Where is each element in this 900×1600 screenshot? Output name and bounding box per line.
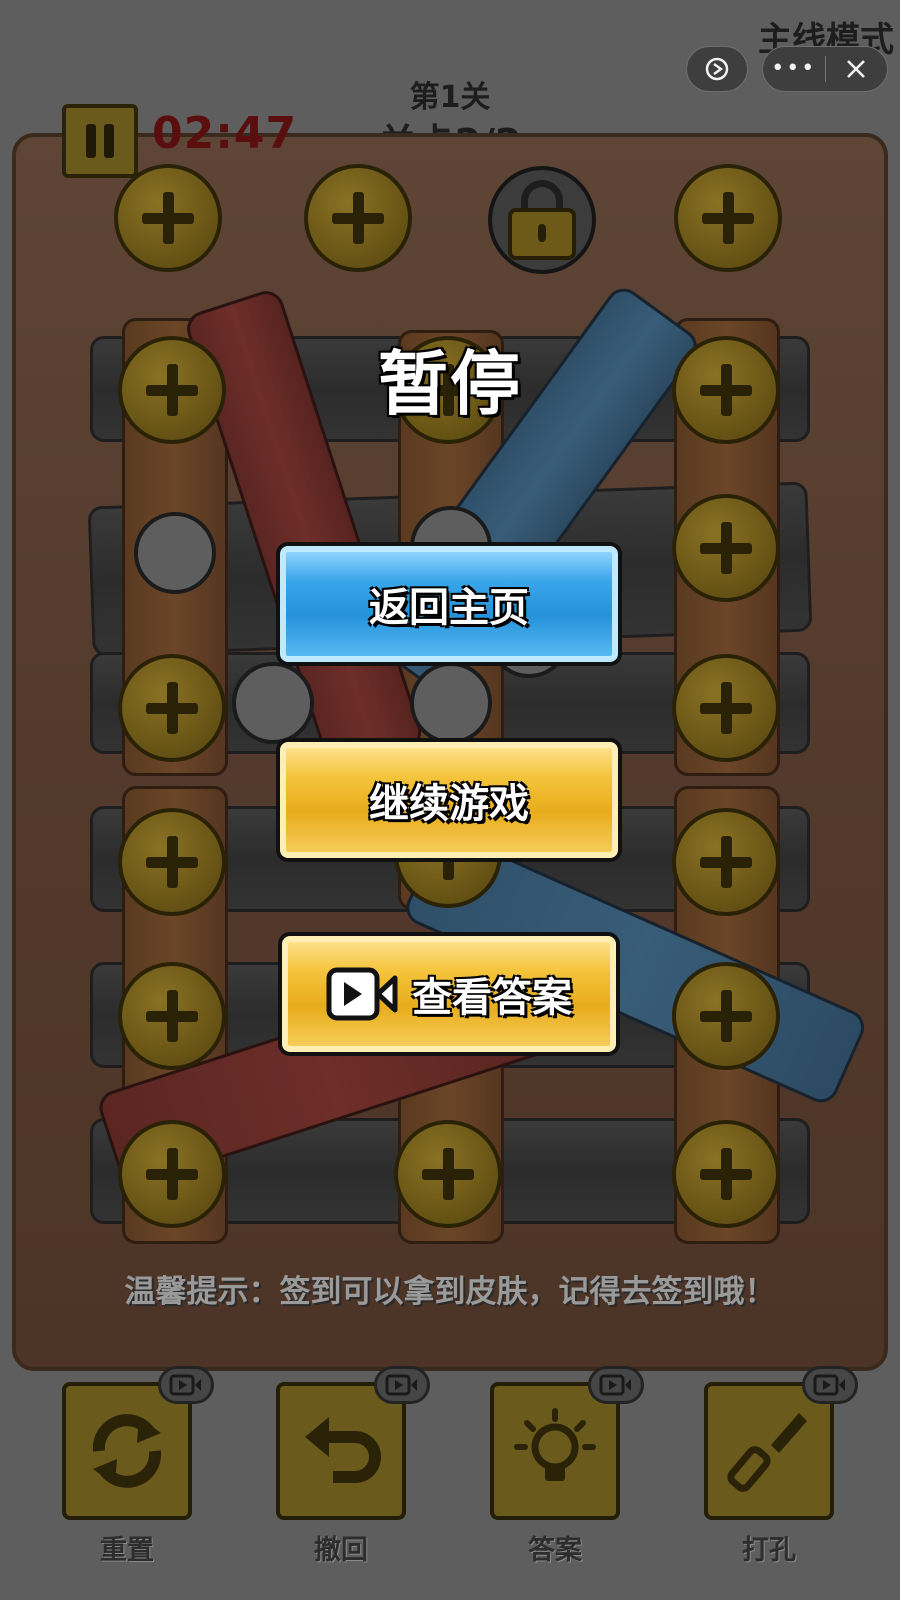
- hint-tip: 温馨提示：签到可以拿到皮肤，记得去签到哦！: [124, 1274, 776, 1310]
- video-ad-badge: [802, 1366, 858, 1404]
- screw[interactable]: [672, 808, 780, 916]
- screw[interactable]: [118, 808, 226, 916]
- screw[interactable]: [114, 164, 222, 272]
- video-icon: [599, 1374, 631, 1396]
- empty-hole[interactable]: [232, 662, 314, 744]
- empty-hole[interactable]: [410, 662, 492, 744]
- screw[interactable]: [672, 654, 780, 762]
- tool-label: 重置: [100, 1535, 154, 1566]
- video-ad-badge: [374, 1366, 430, 1404]
- video-icon: [385, 1374, 417, 1396]
- screw[interactable]: [672, 962, 780, 1070]
- pause-button[interactable]: [62, 104, 138, 178]
- screw[interactable]: [672, 494, 780, 602]
- pause-title: 暂停: [378, 343, 522, 425]
- tool-label: 答案: [528, 1535, 582, 1566]
- screw[interactable]: [304, 164, 412, 272]
- screw[interactable]: [394, 1120, 502, 1228]
- screw[interactable]: [118, 654, 226, 762]
- tool-label: 撤回: [314, 1535, 368, 1566]
- view-answer-label: 查看答案: [412, 975, 572, 1021]
- screw[interactable]: [672, 1120, 780, 1228]
- video-ad-badge: [588, 1366, 644, 1404]
- continue-game-button[interactable]: 继续游戏: [276, 738, 622, 862]
- lightbulb-icon: [514, 1408, 596, 1481]
- screw[interactable]: [674, 164, 782, 272]
- video-camera-icon: [326, 966, 398, 1022]
- screw[interactable]: [118, 962, 226, 1070]
- countdown-timer: 02:47: [152, 108, 298, 159]
- view-answer-button[interactable]: 查看答案: [278, 932, 620, 1056]
- empty-hole[interactable]: [134, 512, 216, 594]
- reset-arrows-icon: [92, 1414, 162, 1488]
- continue-game-label: 继续游戏: [369, 781, 529, 827]
- keyhole-icon: [538, 224, 546, 242]
- screw[interactable]: [118, 1120, 226, 1228]
- video-icon: [169, 1374, 201, 1396]
- video-ad-badge: [158, 1366, 214, 1404]
- video-icon: [813, 1374, 845, 1396]
- pause-icon: [104, 124, 114, 158]
- return-home-button[interactable]: 返回主页: [276, 542, 622, 666]
- screwdriver-icon: [727, 1413, 807, 1492]
- undo-arrow-icon: [305, 1417, 381, 1483]
- pause-icon: [86, 124, 96, 158]
- tool-label: 打孔: [742, 1535, 796, 1566]
- return-home-label: 返回主页: [369, 585, 529, 631]
